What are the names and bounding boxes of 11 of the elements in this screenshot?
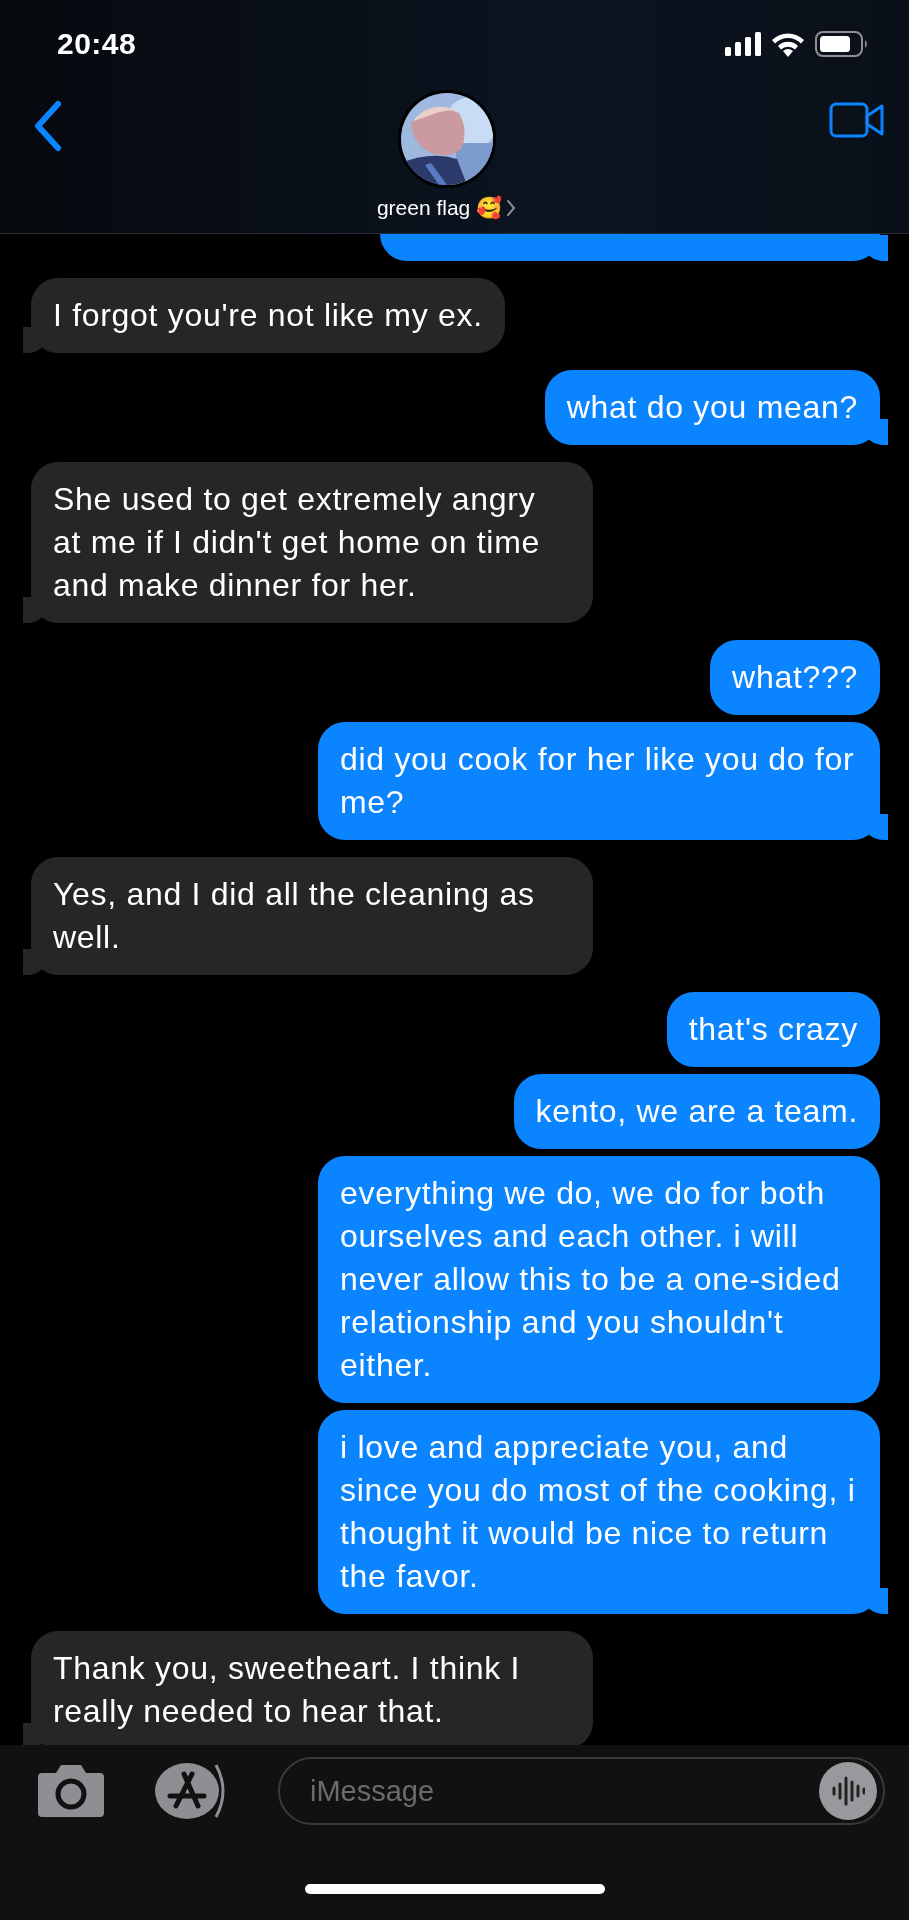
- signal-icon: [725, 32, 761, 56]
- message-input[interactable]: iMessage: [308, 1773, 819, 1809]
- chevron-icon: [506, 199, 517, 217]
- wifi-icon: [771, 31, 805, 57]
- audio-wave-icon[interactable]: [831, 1774, 865, 1808]
- battery-icon: [815, 31, 869, 57]
- status-time: 20:48: [57, 27, 137, 61]
- video-camera-icon[interactable]: [829, 102, 885, 138]
- message-field[interactable]: iMessage: [278, 1757, 885, 1825]
- contact-name[interactable]: green flag 🥰: [376, 196, 503, 220]
- camera-icon[interactable]: [36, 1763, 106, 1819]
